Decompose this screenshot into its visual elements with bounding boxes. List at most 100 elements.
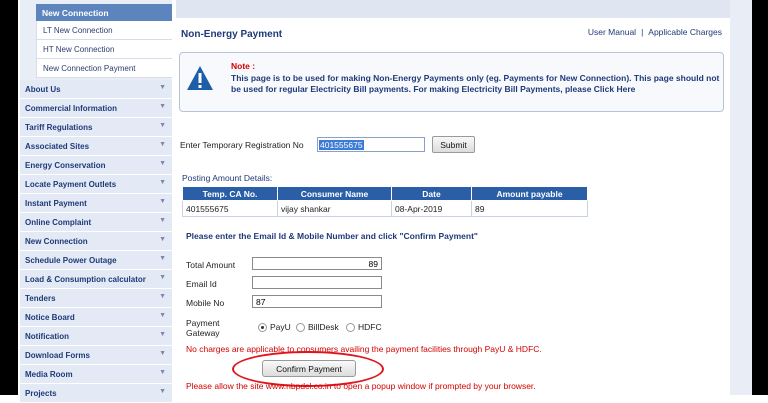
registration-label: Enter Temporary Registration No — [180, 140, 304, 150]
gateway-label: BillDesk — [308, 322, 339, 332]
chevron-down-icon: ▼ — [159, 331, 166, 338]
chevron-down-icon: ▼ — [159, 350, 166, 357]
mobile-label: Mobile No — [186, 298, 225, 308]
sidebar-item-label: Projects — [25, 389, 57, 398]
radio-selected-icon — [258, 322, 267, 332]
sidebar-item-commercial-information[interactable]: Commercial Information ▼ — [20, 99, 172, 118]
note-text: This page is to be used for making Non-E… — [231, 73, 720, 94]
sidebar-item-media-room[interactable]: Media Room ▼ — [20, 365, 172, 384]
submenu-item-lt-new-connection[interactable]: LT New Connection — [36, 21, 172, 40]
registration-input[interactable]: 401555675 — [317, 137, 425, 152]
sidebar-item-schedule-power-outage[interactable]: Schedule Power Outage ▼ — [20, 251, 172, 270]
sidebar-item-new-connection[interactable]: New Connection ▼ — [20, 232, 172, 251]
chevron-down-icon: ▼ — [159, 217, 166, 224]
sidebar-item-label: Download Forms — [25, 351, 90, 360]
sidebar-item-online-complaint[interactable]: Online Complaint ▼ — [20, 213, 172, 232]
table-header-row: Temp. CA No. Consumer Name Date Amount p… — [182, 186, 588, 201]
chevron-down-icon: ▼ — [159, 255, 166, 262]
sidebar-item-label: Commercial Information — [25, 104, 118, 113]
sidebar-item-notification[interactable]: Notification ▼ — [20, 327, 172, 346]
link-separator: | — [641, 27, 644, 37]
chevron-down-icon: ▼ — [159, 103, 166, 110]
warning-icon — [187, 66, 213, 90]
sidebar-item-label: New Connection — [25, 237, 88, 246]
payment-gateway-label: Payment Gateway — [186, 318, 220, 338]
note-title: Note : — [231, 61, 256, 71]
new-connection-submenu: New Connection LT New Connection HT New … — [36, 4, 172, 78]
sidebar-item-label: Energy Conservation — [25, 161, 106, 170]
table-cell: 401555675 — [182, 200, 278, 217]
sidebar-item-locate-payment-outlets[interactable]: Locate Payment Outlets ▼ — [20, 175, 172, 194]
sidebar-item-label: Online Complaint — [25, 218, 92, 227]
table-cell: 89 — [471, 200, 588, 217]
submenu-item-ht-new-connection[interactable]: HT New Connection — [36, 40, 172, 59]
sidebar-item-projects[interactable]: Projects ▼ — [20, 384, 172, 403]
sidebar-item-label: Tariff Regulations — [25, 123, 93, 132]
posting-label: Posting Amount Details: — [182, 173, 273, 183]
sidebar-item-associated-sites[interactable]: Associated Sites ▼ — [20, 137, 172, 156]
charges-note: No charges are applicable to consumers a… — [186, 344, 542, 354]
table-row: 401555675 vijay shankar 08-Apr-2019 89 — [182, 200, 588, 217]
sidebar-item-label: About Us — [25, 85, 61, 94]
email-field[interactable] — [252, 276, 382, 289]
sidebar-menu: About Us ▼ Commercial Information ▼ Tariff… — [20, 80, 172, 403]
sidebar-item-label: Tenders — [25, 294, 56, 303]
sidebar-item-tenders[interactable]: Tenders ▼ — [20, 289, 172, 308]
user-manual-link[interactable]: User Manual — [588, 27, 636, 37]
chevron-down-icon: ▼ — [159, 141, 166, 148]
radio-icon — [346, 322, 355, 332]
sidebar-item-label: Instant Payment — [25, 199, 87, 208]
table-cell: vijay shankar — [277, 200, 392, 217]
chevron-down-icon: ▼ — [159, 122, 166, 129]
sidebar-item-download-forms[interactable]: Download Forms ▼ — [20, 346, 172, 365]
total-amount-field[interactable]: 89 — [252, 257, 382, 270]
left-frame-edge — [0, 0, 18, 395]
note-box: Note : This page is to be used for makin… — [179, 52, 724, 112]
total-amount-label: Total Amount — [186, 260, 236, 270]
chevron-down-icon: ▼ — [159, 369, 166, 376]
sidebar-item-label: Locate Payment Outlets — [25, 180, 117, 189]
table-header: Amount payable — [471, 186, 588, 201]
gateway-option-hdfc[interactable]: HDFC — [346, 322, 382, 332]
sidebar-item-label: Media Room — [25, 370, 73, 379]
chevron-down-icon: ▼ — [159, 198, 166, 205]
sidebar-item-tariff-regulations[interactable]: Tariff Regulations ▼ — [20, 118, 172, 137]
registration-value: 401555675 — [319, 140, 364, 150]
sidebar-item-instant-payment[interactable]: Instant Payment ▼ — [20, 194, 172, 213]
table-header: Date — [391, 186, 472, 201]
applicable-charges-link[interactable]: Applicable Charges — [648, 27, 722, 37]
gateway-option-billdesk[interactable]: BillDesk — [296, 322, 339, 332]
gateway-option-payu[interactable]: PayU — [258, 322, 291, 332]
sidebar-item-about-us[interactable]: About Us ▼ — [20, 80, 172, 99]
right-frame-edge — [752, 0, 768, 395]
submit-button[interactable]: Submit — [432, 136, 475, 153]
chevron-down-icon: ▼ — [159, 236, 166, 243]
page-title: Non-Energy Payment — [181, 29, 283, 40]
posting-table: Temp. CA No. Consumer Name Date Amount p… — [182, 186, 588, 217]
gateway-label: HDFC — [358, 322, 382, 332]
sidebar-item-label: Associated Sites — [25, 142, 90, 151]
confirm-payment-button[interactable]: Confirm Payment — [262, 360, 356, 377]
chevron-down-icon: ▼ — [159, 312, 166, 319]
table-cell: 08-Apr-2019 — [391, 200, 472, 217]
sidebar-item-label: Notice Board — [25, 313, 75, 322]
chevron-down-icon: ▼ — [159, 388, 166, 395]
chevron-down-icon: ▼ — [159, 179, 166, 186]
table-header: Consumer Name — [277, 186, 392, 201]
submenu-title[interactable]: New Connection — [36, 4, 172, 21]
mobile-field[interactable]: 87 — [252, 295, 382, 308]
popup-note: Please allow the site www.nbpdcl.co.in t… — [186, 381, 536, 391]
email-label: Email Id — [186, 279, 217, 289]
sidebar-item-notice-board[interactable]: Notice Board ▼ — [20, 308, 172, 327]
table-header: Temp. CA No. — [182, 186, 278, 201]
radio-icon — [296, 322, 305, 332]
submenu-item-new-connection-payment[interactable]: New Connection Payment — [36, 59, 172, 78]
sidebar-item-energy-conservation[interactable]: Energy Conservation ▼ — [20, 156, 172, 175]
form-instruction: Please enter the Email Id & Mobile Numbe… — [186, 231, 478, 241]
sidebar-item-load-consumption-calculator[interactable]: Load & Consumption calculator ▼ — [20, 270, 172, 289]
top-links: User Manual | Applicable Charges — [588, 27, 722, 37]
top-band — [176, 0, 730, 18]
chevron-down-icon: ▼ — [159, 274, 166, 281]
chevron-down-icon: ▼ — [159, 293, 166, 300]
main-content: Non-Energy Payment User Manual | Applicabl… — [176, 0, 730, 395]
